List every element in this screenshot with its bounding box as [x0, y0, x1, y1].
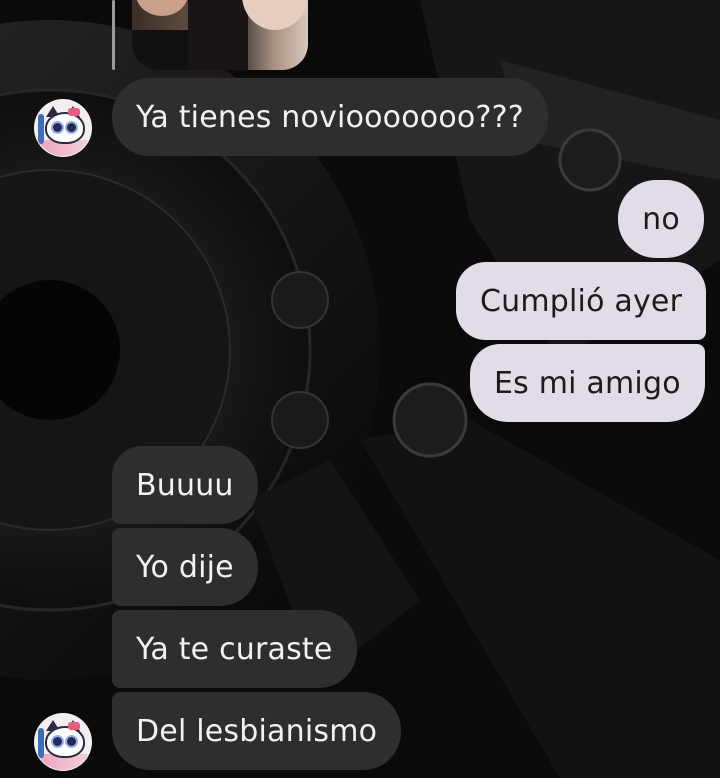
incoming-message[interactable]: Yo dije — [112, 528, 258, 606]
outgoing-message[interactable]: Es mi amigo — [470, 344, 705, 422]
incoming-message[interactable]: Buuuu — [112, 446, 258, 524]
incoming-message[interactable]: Ya tienes noviooooooo??? — [112, 78, 548, 156]
outgoing-message[interactable]: Cumplió ayer — [456, 262, 707, 340]
reply-photo-thumbnail[interactable] — [132, 0, 308, 70]
outgoing-message[interactable]: no — [618, 180, 704, 258]
contact-avatar[interactable] — [34, 99, 92, 157]
incoming-message[interactable]: Del lesbianismo — [112, 692, 402, 770]
reply-indicator-bar — [112, 0, 115, 70]
incoming-message[interactable]: Ya te curaste — [112, 610, 357, 688]
contact-avatar[interactable] — [34, 713, 92, 771]
